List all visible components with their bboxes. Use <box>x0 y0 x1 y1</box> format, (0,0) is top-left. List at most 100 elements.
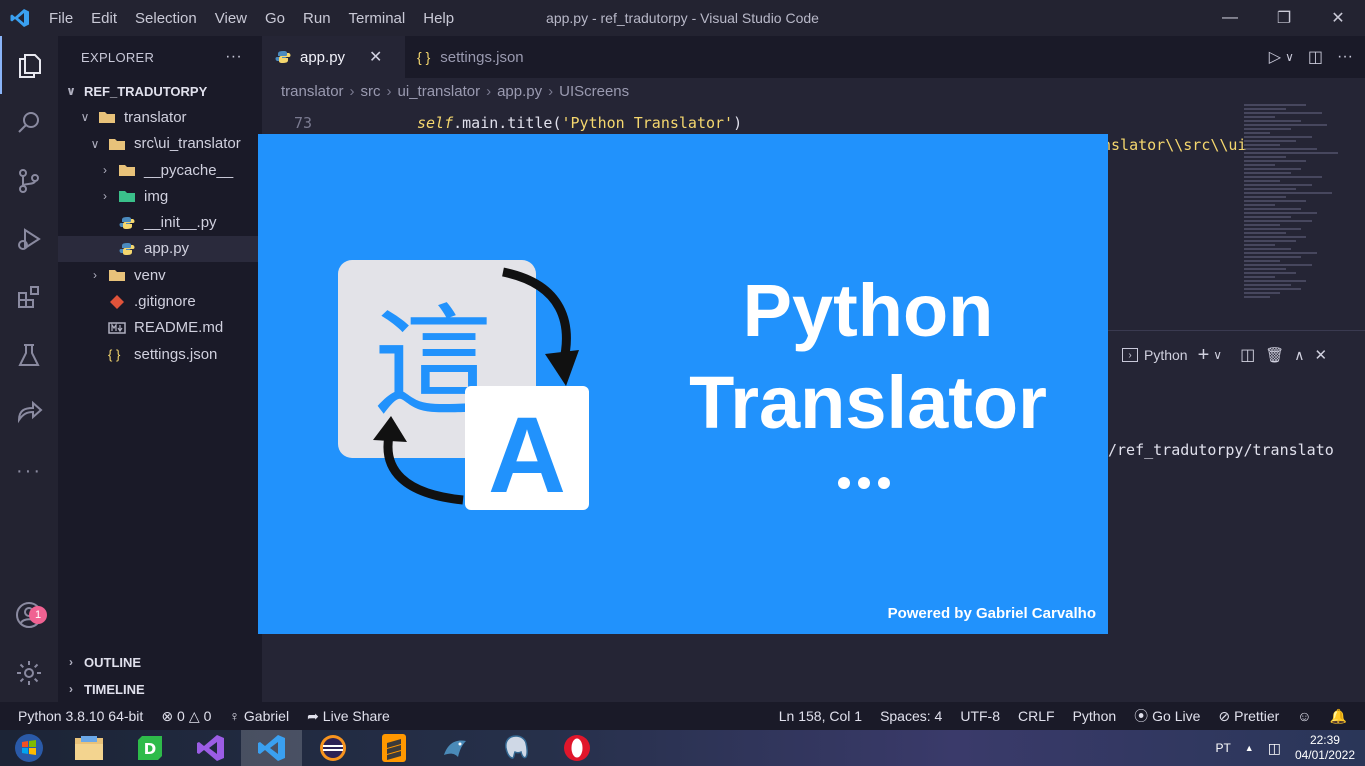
tree-file-readme[interactable]: README.md <box>58 315 262 341</box>
tree-file-app-py[interactable]: app.py <box>58 235 262 263</box>
tree-folder-translator[interactable]: ∨ translator <box>58 104 262 130</box>
tree-file-init-py[interactable]: __init__.py <box>58 209 262 235</box>
menu-go[interactable]: Go <box>256 10 294 27</box>
tree-folder-venv[interactable]: › venv <box>58 262 262 288</box>
breadcrumb-item[interactable]: translator <box>281 83 344 100</box>
explorer-icon[interactable] <box>0 36 58 94</box>
folder-icon <box>119 165 135 177</box>
prettier-icon: ⊘ <box>1218 707 1231 724</box>
status-interpreter[interactable]: Python 3.8.10 64-bit <box>0 708 152 724</box>
source-control-icon[interactable] <box>0 152 58 210</box>
tree-file-settings-json[interactable]: { } settings.json <box>58 341 262 367</box>
json-file-icon: { } <box>417 49 431 65</box>
breadcrumb-item[interactable]: src <box>361 83 381 100</box>
tree-folder-pycache[interactable]: › __pycache__ <box>58 157 262 183</box>
status-problems[interactable]: ⊗ 0 △ 0 <box>152 708 220 725</box>
notifications-bell-icon[interactable]: 🔔 <box>1321 708 1365 725</box>
status-position[interactable]: Ln 158, Col 1 <box>770 708 871 724</box>
terminal-shell-label[interactable]: Python <box>1144 347 1188 363</box>
restore-icon[interactable]: ❐ <box>1257 0 1311 36</box>
minimize-icon[interactable]: — <box>1203 0 1257 36</box>
opera-browser-taskbar-icon[interactable] <box>546 730 607 766</box>
breadcrumb-item[interactable]: UIScreens <box>559 83 629 100</box>
qt-designer-taskbar-icon[interactable]: D <box>119 730 180 766</box>
vscode-taskbar-icon[interactable] <box>241 730 302 766</box>
menu-terminal[interactable]: Terminal <box>340 10 415 27</box>
maximize-panel-icon[interactable]: ∧ <box>1294 347 1304 364</box>
tree-file-gitignore[interactable]: .gitignore <box>58 288 262 314</box>
close-panel-icon[interactable]: ✕ <box>1315 346 1328 364</box>
status-eol[interactable]: CRLF <box>1009 708 1064 724</box>
image-folder-icon <box>119 191 135 203</box>
status-encoding[interactable]: UTF-8 <box>951 708 1009 724</box>
live-share-icon[interactable] <box>0 384 58 442</box>
feedback-icon[interactable]: ☺ <box>1288 708 1320 724</box>
outline-section[interactable]: › OUTLINE <box>58 649 262 675</box>
workspace-root[interactable]: ∨ REF_TRADUTORPY <box>58 78 262 104</box>
mysql-workbench-taskbar-icon[interactable] <box>424 730 485 766</box>
tray-expand-icon[interactable]: ▲ <box>1245 743 1254 753</box>
explorer-more-icon[interactable]: ··· <box>225 48 242 66</box>
breadcrumb-item[interactable]: app.py <box>497 83 542 100</box>
run-file-icon[interactable]: ▷ <box>1269 47 1281 67</box>
menu-run[interactable]: Run <box>294 10 340 27</box>
system-clock[interactable]: 22:39 04/01/2022 <box>1295 733 1355 763</box>
activity-bar: ··· 1 <box>0 36 58 702</box>
chevron-down-icon[interactable]: ∨ <box>1285 50 1294 64</box>
status-language[interactable]: Python <box>1064 708 1126 724</box>
tray-network-icon[interactable]: ◫ <box>1268 740 1281 757</box>
menu-help[interactable]: Help <box>414 10 463 27</box>
menu-file[interactable]: File <box>40 10 82 27</box>
chevron-down-icon[interactable]: ∨ <box>1213 348 1222 362</box>
testing-flask-icon[interactable] <box>0 326 58 384</box>
visual-studio-taskbar-icon[interactable] <box>180 730 241 766</box>
translate-logo-icon: 這 A <box>338 260 589 515</box>
settings-gear-icon[interactable] <box>0 644 58 702</box>
search-icon[interactable] <box>0 94 58 152</box>
status-live-share[interactable]: ➦ Live Share <box>298 708 399 725</box>
eclipse-taskbar-icon[interactable] <box>302 730 363 766</box>
title-bar: File Edit Selection View Go Run Terminal… <box>0 0 1365 36</box>
chevron-right-icon: › <box>103 163 107 178</box>
folder-open-icon <box>109 138 125 150</box>
input-language[interactable]: PT <box>1215 741 1230 755</box>
tab-app-py[interactable]: app.py ✕ <box>262 36 405 78</box>
menu-edit[interactable]: Edit <box>82 10 126 27</box>
more-actions-icon[interactable]: ··· <box>1337 48 1353 66</box>
timeline-section[interactable]: › TIMELINE <box>58 676 262 702</box>
status-go-live[interactable]: ⦿ Go Live <box>1125 706 1209 726</box>
status-prettier[interactable]: ⊘ Prettier <box>1209 708 1288 725</box>
tree-folder-img[interactable]: › img <box>58 183 262 209</box>
chevron-right-icon: › <box>103 189 107 204</box>
close-window-icon[interactable]: ✕ <box>1311 0 1365 36</box>
new-terminal-icon[interactable]: + <box>1198 344 1210 367</box>
powered-by-label: Powered by Gabriel Carvalho <box>887 605 1096 622</box>
extensions-icon[interactable] <box>0 268 58 326</box>
line-number: 73 <box>293 114 312 132</box>
postgresql-taskbar-icon[interactable] <box>485 730 546 766</box>
markdown-file-icon <box>108 322 126 334</box>
run-debug-icon[interactable] <box>0 210 58 268</box>
menu-selection[interactable]: Selection <box>126 10 206 27</box>
windows-start-icon[interactable] <box>0 730 58 766</box>
tab-close-icon[interactable]: ✕ <box>369 47 382 67</box>
tree-folder-src-ui-translator[interactable]: ∨ src\ui_translator <box>58 131 262 157</box>
tab-settings-json[interactable]: { } settings.json <box>405 36 536 78</box>
loading-dots <box>838 477 890 489</box>
trash-icon[interactable]: 🗑 <box>1265 346 1284 364</box>
minimap[interactable] <box>1244 104 1348 328</box>
status-user[interactable]: ♀ Gabriel <box>220 708 298 724</box>
menu-view[interactable]: View <box>206 10 256 27</box>
code-line: nslator\\src\\ui <box>1102 136 1247 154</box>
split-terminal-icon[interactable]: ◫ <box>1240 345 1255 365</box>
split-editor-icon[interactable]: ◫ <box>1308 47 1323 67</box>
sublime-text-taskbar-icon[interactable] <box>363 730 424 766</box>
file-explorer-taskbar-icon[interactable] <box>58 730 119 766</box>
vscode-logo-icon <box>0 8 40 28</box>
svg-text:D: D <box>143 740 155 758</box>
broadcast-icon: ⦿ <box>1134 708 1149 724</box>
more-views-icon[interactable]: ··· <box>0 442 58 500</box>
breadcrumb-item[interactable]: ui_translator <box>398 83 481 100</box>
accounts-icon[interactable]: 1 <box>0 586 58 644</box>
status-indentation[interactable]: Spaces: 4 <box>871 708 951 724</box>
